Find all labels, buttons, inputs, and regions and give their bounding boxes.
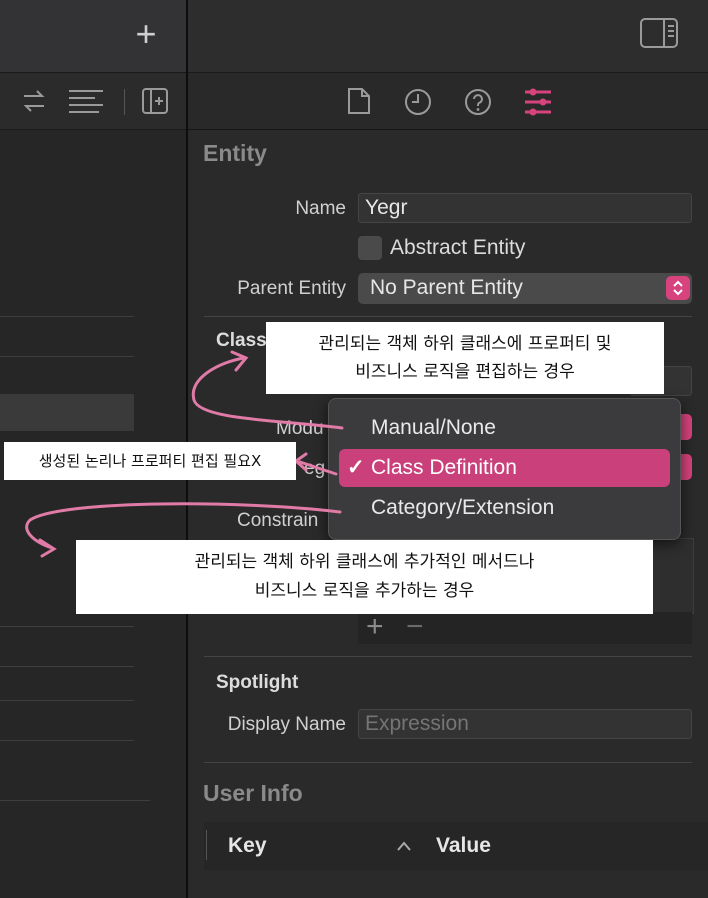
arrow-to-left-note [293, 452, 338, 476]
note-top-line-1: 관리되는 객체 하위 클래스에 프로퍼티 및 [318, 334, 612, 354]
annotation-note-top: 관리되는 객체 하위 클래스에 프로퍼티 및 비즈니스 로직을 편집하는 경우 [266, 322, 664, 394]
note-bottom-line-1: 관리되는 객체 하위 클래스에 추가적인 메서드나 [194, 552, 535, 572]
annotation-note-left: 생성된 논리나 프로퍼티 편집 필요X [4, 442, 296, 480]
note-bottom-line-2: 비즈니스 로직을 추가하는 경우 [254, 581, 475, 601]
note-top-line-2: 비즈니스 로직을 편집하는 경우 [355, 362, 575, 382]
annotation-note-bottom: 관리되는 객체 하위 클래스에 추가적인 메서드나 비즈니스 로직을 추가하는 … [76, 540, 653, 614]
